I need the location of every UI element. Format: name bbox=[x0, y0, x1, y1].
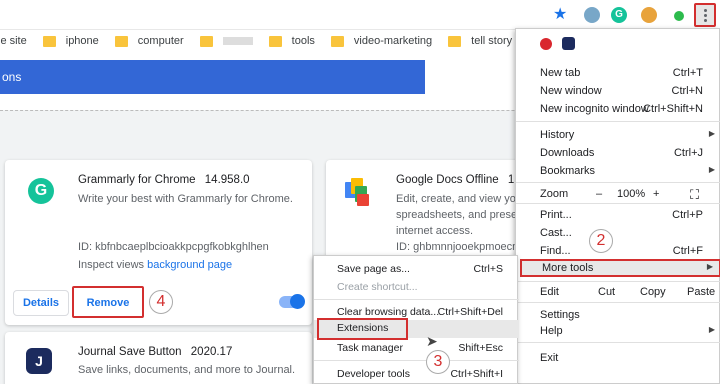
menu-item-more-tools[interactable]: More tools ▶ bbox=[520, 259, 720, 277]
submenu-item-create-shortcut: Create shortcut... bbox=[337, 281, 418, 293]
menu-item-history[interactable]: History ▶ bbox=[516, 127, 720, 145]
bookmark-folder[interactable]: iphone bbox=[42, 35, 99, 47]
grammarly-extension-icon[interactable]: G bbox=[611, 7, 627, 23]
blurred-label bbox=[222, 37, 253, 45]
menu-item-bookmarks[interactable]: Bookmarks ▶ bbox=[516, 163, 720, 181]
browser-toolbar: ★ G bbox=[0, 0, 720, 30]
folder-icon bbox=[114, 35, 128, 47]
menu-item-exit[interactable]: Exit bbox=[516, 350, 720, 368]
menu-separator bbox=[516, 182, 720, 183]
google-docs-logo-icon bbox=[345, 178, 369, 206]
menu-item-print[interactable]: Print... Ctrl+P bbox=[516, 207, 720, 225]
copy-button[interactable]: Copy bbox=[640, 286, 666, 298]
zoom-level: 100% bbox=[617, 188, 646, 200]
extension-id: ID: ghbmnnjooekpmoecnn bbox=[396, 241, 525, 253]
extension-name: Journal Save Button 2020.17 bbox=[78, 346, 233, 358]
step-badge-4: 4 bbox=[149, 290, 173, 314]
chevron-right-icon: ▶ bbox=[708, 165, 715, 174]
menu-item-downloads[interactable]: Downloads Ctrl+J bbox=[516, 145, 720, 163]
step-badge-2: 2 bbox=[589, 229, 613, 253]
folder-icon bbox=[42, 35, 56, 47]
grammarly-logo-icon: G bbox=[28, 178, 54, 204]
extension-version: 14.958.0 bbox=[204, 174, 250, 186]
folder-icon bbox=[330, 35, 344, 47]
menu-item-new-tab[interactable]: New tab Ctrl+T bbox=[516, 65, 720, 83]
submenu-item-task-manager[interactable]: Task manager Shift+Esc bbox=[314, 340, 519, 358]
bookmark-item[interactable]: le site bbox=[0, 35, 27, 47]
chevron-right-icon: ▶ bbox=[706, 262, 713, 271]
fullscreen-icon[interactable]: ⛶ bbox=[690, 187, 699, 203]
menu-separator bbox=[516, 342, 720, 343]
extension-name: Google Docs Offline 1.11. bbox=[396, 174, 533, 186]
menu-separator bbox=[314, 360, 519, 361]
toggle-knob[interactable] bbox=[290, 294, 305, 309]
extension-description: Write your best with Grammarly for Chrom… bbox=[78, 193, 293, 205]
inspect-views: Inspect views background page bbox=[78, 259, 233, 271]
menu-separator bbox=[516, 281, 720, 282]
journal-logo-icon: J bbox=[26, 348, 52, 374]
zoom-in-button[interactable]: + bbox=[653, 188, 659, 200]
folder-icon bbox=[268, 35, 282, 47]
bookmark-folder[interactable]: tools bbox=[268, 35, 315, 47]
cut-button[interactable]: Cut bbox=[598, 286, 615, 298]
folder-icon bbox=[199, 35, 213, 47]
menu-item-new-window[interactable]: New window Ctrl+N bbox=[516, 83, 720, 101]
bookmark-folder[interactable]: computer bbox=[114, 35, 184, 47]
extension-version: 2020.17 bbox=[190, 346, 233, 358]
submenu-item-save-page[interactable]: Save page as... Ctrl+S bbox=[314, 261, 519, 279]
bookmark-folder[interactable]: tell story bbox=[448, 35, 512, 47]
menu-item-help[interactable]: Help ▶ bbox=[516, 323, 720, 341]
bookmark-folder[interactable]: video-marketing bbox=[330, 35, 432, 47]
extension-name: Grammarly for Chrome 14.958.0 bbox=[78, 174, 250, 186]
details-button[interactable]: Details bbox=[13, 290, 69, 316]
page-header: ons bbox=[0, 60, 425, 94]
submenu-item-developer-tools[interactable]: Developer tools Ctrl+Shift+I bbox=[314, 366, 519, 384]
extension-description-line: internet access. bbox=[396, 225, 474, 237]
chrome-main-menu: New tab Ctrl+T New window Ctrl+N New incog… bbox=[515, 28, 720, 384]
menu-separator bbox=[516, 302, 720, 303]
step-badge-3: 3 bbox=[426, 350, 450, 374]
zoom-out-button[interactable]: – bbox=[596, 188, 602, 200]
bookmark-folder[interactable] bbox=[199, 35, 253, 47]
chevron-right-icon: ▶ bbox=[708, 129, 715, 138]
menu-item-cast[interactable]: Cast... bbox=[516, 225, 720, 243]
kebab-menu-icon[interactable] bbox=[694, 3, 716, 27]
menu-item-zoom: Zoom – 100% + ⛶ bbox=[540, 187, 700, 203]
menu-item-edit: Edit Cut Copy Paste bbox=[540, 286, 716, 298]
extensions-highlight bbox=[317, 318, 408, 340]
chevron-right-icon: ▶ bbox=[708, 325, 715, 334]
page-title: ons bbox=[2, 70, 22, 84]
journal-icon[interactable] bbox=[562, 37, 575, 50]
star-icon[interactable]: ★ bbox=[553, 7, 569, 23]
extension-id: ID: kbfnbcaeplbcioakkpcpgfkobkghlhen bbox=[78, 241, 269, 253]
folder-icon bbox=[448, 35, 462, 47]
paste-button[interactable]: Paste bbox=[687, 286, 715, 298]
pinterest-icon[interactable] bbox=[540, 38, 552, 50]
background-page-link[interactable]: background page bbox=[147, 259, 232, 271]
extension-icon[interactable] bbox=[641, 7, 657, 23]
menu-separator bbox=[516, 203, 720, 204]
menu-item-new-incognito[interactable]: New incognito window Ctrl+Shift+N bbox=[516, 101, 720, 119]
mouse-cursor-icon: ➤ bbox=[426, 333, 438, 349]
extension-description-line: spreadsheets, and present bbox=[396, 209, 527, 221]
menu-separator bbox=[516, 121, 720, 122]
menu-separator bbox=[314, 299, 519, 300]
status-dot-icon bbox=[674, 11, 684, 21]
extension-description-line: Edit, create, and view your bbox=[396, 193, 526, 205]
remove-button[interactable]: Remove bbox=[72, 286, 144, 318]
extension-icon[interactable] bbox=[584, 7, 600, 23]
extension-description: Save links, documents, and more to Journ… bbox=[78, 364, 296, 376]
